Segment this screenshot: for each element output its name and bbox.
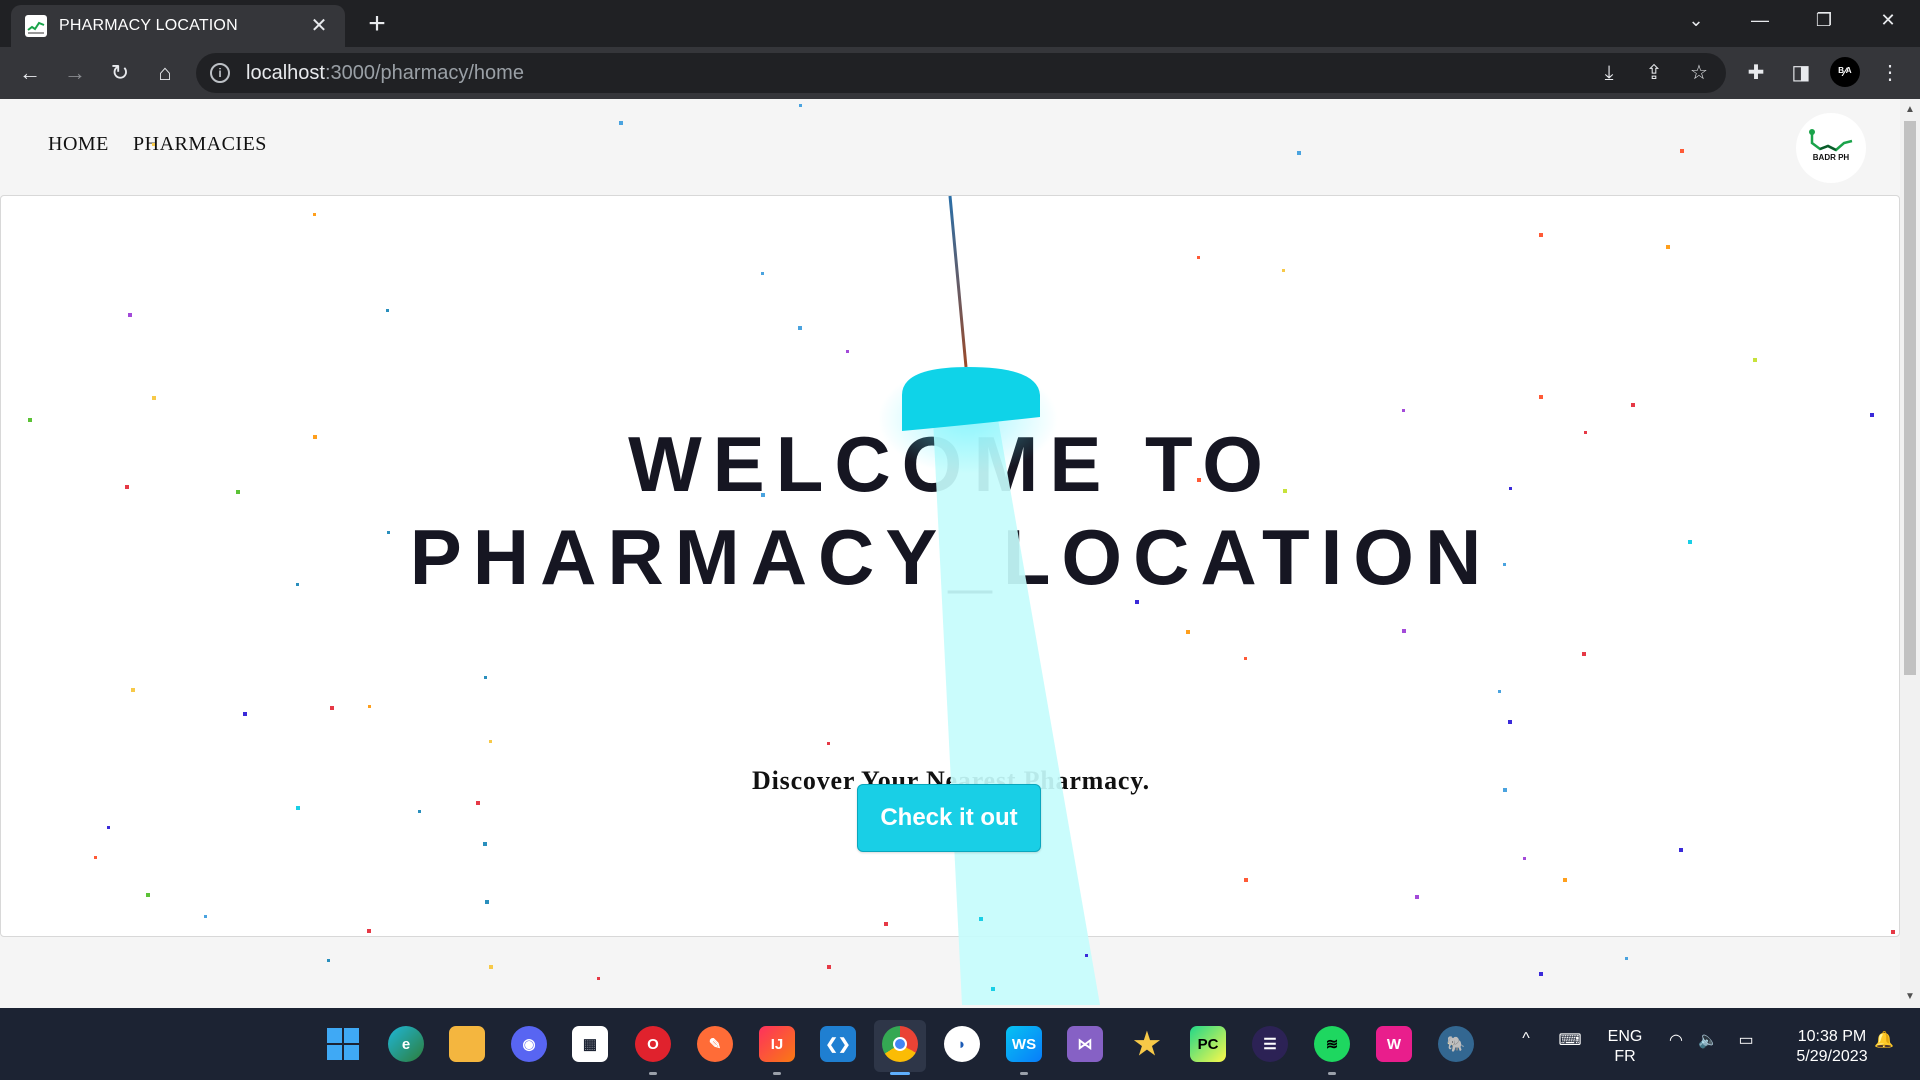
visual-studio-icon[interactable]: ⋈ [1067, 1026, 1103, 1062]
postgresql-icon[interactable]: 🐘 [1438, 1026, 1474, 1062]
menu-icon[interactable]: ⋮ [1876, 59, 1904, 87]
show-hidden-icons-icon[interactable]: ^ [1516, 1030, 1536, 1048]
install-app-icon[interactable]: ⤓ [1595, 59, 1623, 87]
hero-title-line-2: PHARMACY_LOCATION [409, 513, 1493, 601]
app-icon[interactable]: ◗ [944, 1026, 980, 1062]
chrome-icon[interactable] [882, 1026, 918, 1062]
windows-taskbar: e ◉ ▦ O ✎ IJ ❮❯ ◗ WS ⋈ ★ PC ☰ ≋ W 🐘 ^ ⌨ … [0, 1008, 1920, 1080]
wifi-icon[interactable]: ◠ [1664, 1030, 1688, 1050]
spotify-icon[interactable]: ≋ [1314, 1026, 1350, 1062]
logo-text: BADR PH [1812, 153, 1850, 162]
page-scrollbar[interactable]: ▲ ▼ [1900, 99, 1920, 1008]
url-host: localhost [246, 61, 325, 84]
opera-icon[interactable]: O [635, 1026, 671, 1062]
start-icon[interactable] [325, 1026, 361, 1062]
logo-graph-icon [1809, 129, 1853, 152]
address-bar[interactable]: i localhost:3000/pharmacy/home [196, 53, 1726, 93]
restore-icon[interactable]: ❐ [1792, 0, 1856, 40]
minimize-icon[interactable]: — [1728, 0, 1792, 40]
close-window-icon[interactable]: ✕ [1856, 0, 1920, 40]
clock-date: 5/29/2023 [1796, 1048, 1868, 1065]
pycharm-icon[interactable]: PC [1190, 1026, 1226, 1062]
browser-tab[interactable]: PHARMACY LOCATION ✕ [11, 5, 345, 47]
browser-toolbar: ← → ↻ ⌂ i localhost:3000/pharmacy/home ⤓… [0, 47, 1920, 99]
vscode-icon[interactable]: ❮❯ [820, 1026, 856, 1062]
webstorm-icon[interactable]: WS [1006, 1026, 1042, 1062]
running-indicator [649, 1072, 657, 1075]
home-icon[interactable]: ⌂ [149, 57, 181, 89]
running-indicator [1020, 1072, 1028, 1075]
scrollbar-thumb[interactable] [1904, 121, 1916, 675]
language-indicator[interactable]: ENG FR [1600, 1027, 1650, 1067]
back-icon[interactable]: ← [14, 57, 46, 89]
site-info-icon[interactable]: i [210, 63, 230, 83]
hero-title-line-1: WELCOME TO [628, 420, 1274, 508]
edge-icon[interactable]: e [388, 1026, 424, 1062]
brand-logo[interactable]: BADR PH [1796, 113, 1866, 183]
nav-link-pharmacies[interactable]: PHARMACIES [133, 133, 267, 156]
volume-icon[interactable]: 🔈 [1696, 1030, 1720, 1050]
running-indicator [1328, 1072, 1336, 1075]
active-indicator [890, 1072, 910, 1075]
site-navbar: HOME PHARMACIES BADR PH [0, 99, 1900, 195]
new-tab-button[interactable]: + [361, 9, 393, 41]
intellij-icon[interactable]: IJ [759, 1026, 795, 1062]
reload-icon[interactable]: ↻ [104, 57, 136, 89]
notifications-icon[interactable]: 🔔 [1872, 1030, 1896, 1050]
starred-app-icon[interactable]: ★ [1129, 1026, 1165, 1062]
language-top: ENG [1607, 1028, 1643, 1045]
share-icon[interactable]: ⇪ [1640, 59, 1668, 87]
nav-link-home[interactable]: HOME [48, 133, 109, 156]
profile-avatar[interactable]: ᴮ⁄ᴬ [1830, 57, 1860, 87]
tab-search-icon[interactable]: ⌄ [1664, 0, 1728, 40]
eclipse-icon[interactable]: ☰ [1252, 1026, 1288, 1062]
browser-tab-bar: PHARMACY LOCATION ✕ + ⌄ — ❐ ✕ [0, 0, 1920, 47]
running-indicator [773, 1072, 781, 1075]
postman-icon[interactable]: ✎ [697, 1026, 733, 1062]
forward-icon[interactable]: → [59, 57, 91, 89]
side-panel-icon[interactable]: ◨ [1787, 59, 1815, 87]
url-path: :3000/pharmacy/home [324, 61, 524, 84]
scroll-up-icon[interactable]: ▲ [1900, 101, 1920, 119]
chart-favicon-icon [25, 15, 47, 37]
file-explorer-icon[interactable] [449, 1026, 485, 1062]
tab-title: PHARMACY LOCATION [59, 17, 238, 34]
extensions-icon[interactable]: ✚ [1742, 59, 1770, 87]
discord-icon[interactable]: ◉ [511, 1026, 547, 1062]
scroll-down-icon[interactable]: ▼ [1900, 988, 1920, 1006]
bookmark-star-icon[interactable]: ☆ [1685, 59, 1713, 87]
close-tab-icon[interactable]: ✕ [307, 14, 331, 38]
language-bottom: FR [1614, 1048, 1636, 1065]
check-it-out-button[interactable]: Check it out [857, 784, 1041, 852]
battery-icon[interactable]: ▭ [1733, 1030, 1759, 1050]
microsoft-store-icon[interactable]: ▦ [572, 1026, 608, 1062]
keyboard-icon[interactable]: ⌨ [1556, 1030, 1584, 1050]
wamp-icon[interactable]: W [1376, 1026, 1412, 1062]
web-page: HOME PHARMACIES BADR PH WELCOME TO PHARM… [0, 99, 1900, 1008]
